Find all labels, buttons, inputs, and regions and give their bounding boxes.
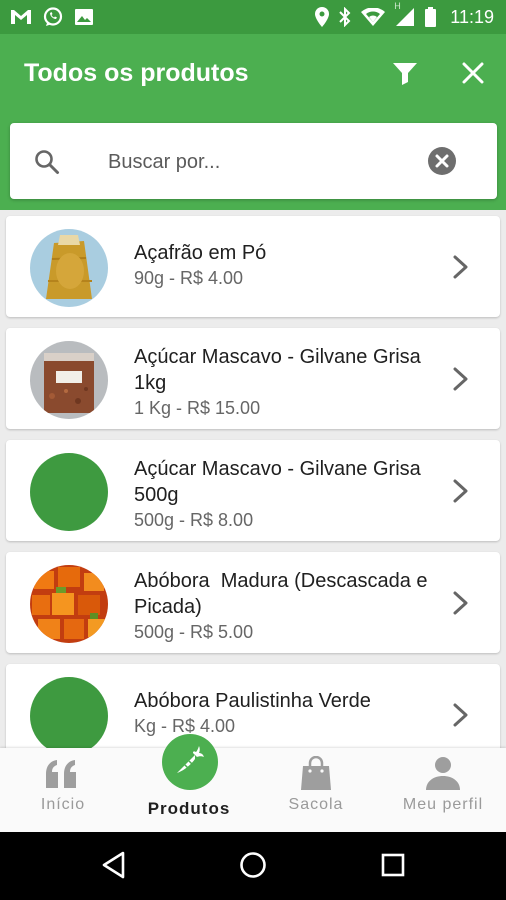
- chevron-right-icon: [452, 366, 470, 397]
- signal-icon: H: [394, 1, 415, 27]
- chevron-right-icon: [452, 478, 470, 509]
- network-type-label: H: [394, 1, 401, 11]
- whatsapp-icon: [42, 6, 64, 28]
- search-input[interactable]: [106, 141, 410, 183]
- nav-label: Início: [40, 796, 86, 813]
- clear-icon: [428, 147, 456, 175]
- close-button[interactable]: [459, 61, 487, 89]
- battery-icon: [425, 7, 437, 27]
- product-image-placeholder: [30, 677, 108, 748]
- product-image-sugar: [30, 341, 108, 419]
- product-name: Açúcar Mascavo - Gilvane Grisa 500g: [134, 458, 421, 506]
- product-price: 500g - R$ 5.00: [134, 622, 254, 642]
- nav-item-sacola[interactable]: Sacola: [253, 748, 379, 832]
- filter-icon: [393, 62, 417, 90]
- clock: 11:19: [450, 6, 494, 27]
- gmail-icon: [10, 9, 32, 25]
- location-icon: [315, 7, 330, 27]
- search-box: [10, 123, 497, 199]
- product-price: 90g - R$ 4.00: [134, 268, 244, 288]
- clear-search-button[interactable]: [428, 147, 456, 180]
- product-image-placeholder: [30, 453, 108, 531]
- home-icon[interactable]: [239, 851, 267, 884]
- bluetooth-icon: [339, 7, 351, 27]
- nav-item-inicio[interactable]: Início: [0, 748, 126, 832]
- product-card[interactable]: Abóbora Paulistinha Verde Kg - R$ 4.00: [6, 664, 500, 748]
- close-icon: [462, 62, 484, 89]
- page-title: Todos os produtos: [24, 59, 249, 87]
- nav-item-meu-perfil[interactable]: Meu perfil: [380, 748, 506, 832]
- filter-button[interactable]: [390, 61, 420, 91]
- product-name: Abóbora Madura (Descascada e Picada): [134, 570, 434, 618]
- status-bar-notifications: [10, 6, 94, 28]
- chevron-right-icon: [452, 702, 470, 733]
- recents-icon[interactable]: [381, 853, 405, 882]
- product-list[interactable]: Açafrão em Pó 90g - R$ 4.00 Açúcar Masca…: [0, 210, 506, 748]
- product-price: 1 Kg - R$ 15.00: [134, 398, 261, 418]
- search-bar-container: [0, 116, 506, 210]
- product-card[interactable]: Açúcar Mascavo - Gilvane Grisa 1kg 1 Kg …: [6, 328, 500, 429]
- chevron-right-icon: [452, 254, 470, 285]
- product-name: Abóbora Paulistinha Verde: [134, 690, 371, 712]
- chevron-right-icon: [452, 590, 470, 621]
- nav-label: Meu perfil: [402, 796, 484, 813]
- carrot-icon: [175, 745, 205, 780]
- bottom-navigation: Início Produtos Sacola Meu perfil: [0, 734, 506, 832]
- system-navigation-bar: [0, 832, 506, 900]
- nav-item-produtos-active-indicator[interactable]: [162, 734, 218, 790]
- product-price: Kg - R$ 4.00: [134, 716, 236, 736]
- status-bar: H 11:19: [0, 0, 506, 34]
- product-name: Açafrão em Pó: [134, 242, 267, 264]
- status-bar-system: H 11:19: [315, 1, 494, 28]
- back-icon[interactable]: [101, 851, 127, 884]
- product-card[interactable]: Abóbora Madura (Descascada e Picada) 500…: [6, 552, 500, 653]
- wifi-icon: [361, 8, 386, 26]
- product-image-saffron: [30, 229, 108, 307]
- nav-label: Produtos: [147, 799, 231, 818]
- image-icon: [74, 8, 94, 26]
- product-price: 500g - R$ 8.00: [134, 510, 254, 530]
- product-card[interactable]: Açúcar Mascavo - Gilvane Grisa 500g 500g…: [6, 440, 500, 541]
- product-image-pumpkin: [30, 565, 108, 643]
- product-name: Açúcar Mascavo - Gilvane Grisa 1kg: [134, 346, 421, 394]
- nav-label: Sacola: [288, 796, 344, 813]
- quote-icon: [46, 760, 80, 793]
- app-bar: Todos os produtos: [0, 34, 506, 116]
- product-card[interactable]: Açafrão em Pó 90g - R$ 4.00: [6, 216, 500, 317]
- search-icon: [34, 149, 60, 180]
